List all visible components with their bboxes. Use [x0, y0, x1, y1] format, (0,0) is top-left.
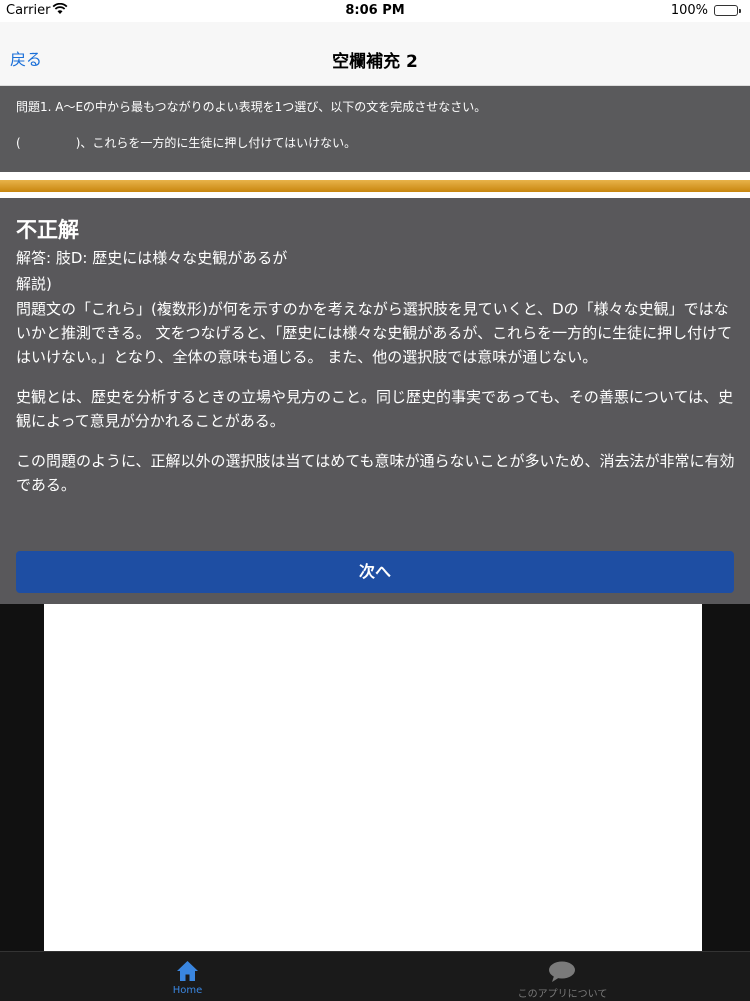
progress-bar	[0, 180, 750, 192]
tab-label: Home	[172, 985, 203, 996]
answer-text: 解答: 肢D: 歴史には様々な史観があるが	[16, 249, 288, 267]
tab-about-app[interactable]: このアプリについて	[375, 952, 750, 1001]
status-bar: Carrier 8:06 PM 100%	[0, 0, 750, 22]
clock: 8:06 PM	[345, 3, 405, 18]
explanation-paragraph: 問題文の「これら」(複数形)が何を示すのかを考えながら選択肢を見ていくと、Dの「…	[16, 300, 733, 366]
progress-fill	[0, 180, 750, 192]
next-button[interactable]: 次へ	[16, 551, 734, 593]
question-area: 問題1. A〜Eの中から最もつながりのよい表現を1つ選び、以下の文を完成させなさ…	[0, 86, 750, 172]
tab-bar: Home このアプリについて	[0, 951, 750, 1001]
blank-sentence: ( )、これらを一方的に生徒に押し付けてはいけない。	[16, 134, 356, 151]
result-title: 不正解	[16, 218, 79, 242]
question-prompt: 問題1. A〜Eの中から最もつながりのよい表現を1つ選び、以下の文を完成させなさ…	[16, 100, 487, 114]
sentence-after-blank: )、これらを一方的に生徒に押し付けてはいけない。	[75, 136, 357, 150]
open-paren: (	[16, 136, 21, 150]
navigation-bar: 戻る 空欄補充 2	[0, 22, 750, 86]
divider	[0, 172, 750, 180]
explanation-body: 問題文の「これら」(複数形)が何を示すのかを考えながら選択肢を見ていくと、Dの「…	[16, 297, 738, 513]
result-panel: 不正解 解答: 肢D: 歴史には様々な史観があるが 解説) 問題文の「これら」(…	[0, 198, 750, 604]
battery-percent: 100%	[670, 3, 708, 18]
explanation-label: 解説)	[16, 275, 52, 293]
battery-icon	[714, 5, 741, 16]
tab-home[interactable]: Home	[0, 952, 375, 1001]
home-icon	[0, 960, 375, 982]
tab-label: このアプリについて	[517, 989, 608, 1000]
speech-bubble-icon	[375, 960, 750, 982]
explanation-paragraph: 史観とは、歴史を分析するときの立場や見方のこと。同じ歴史的事実であっても、その善…	[16, 388, 734, 430]
page-title: 空欄補充 2	[332, 52, 418, 72]
explanation-paragraph: この問題のように、正解以外の選択肢は当てはめても意味が通らないことが多いため、消…	[16, 452, 735, 494]
